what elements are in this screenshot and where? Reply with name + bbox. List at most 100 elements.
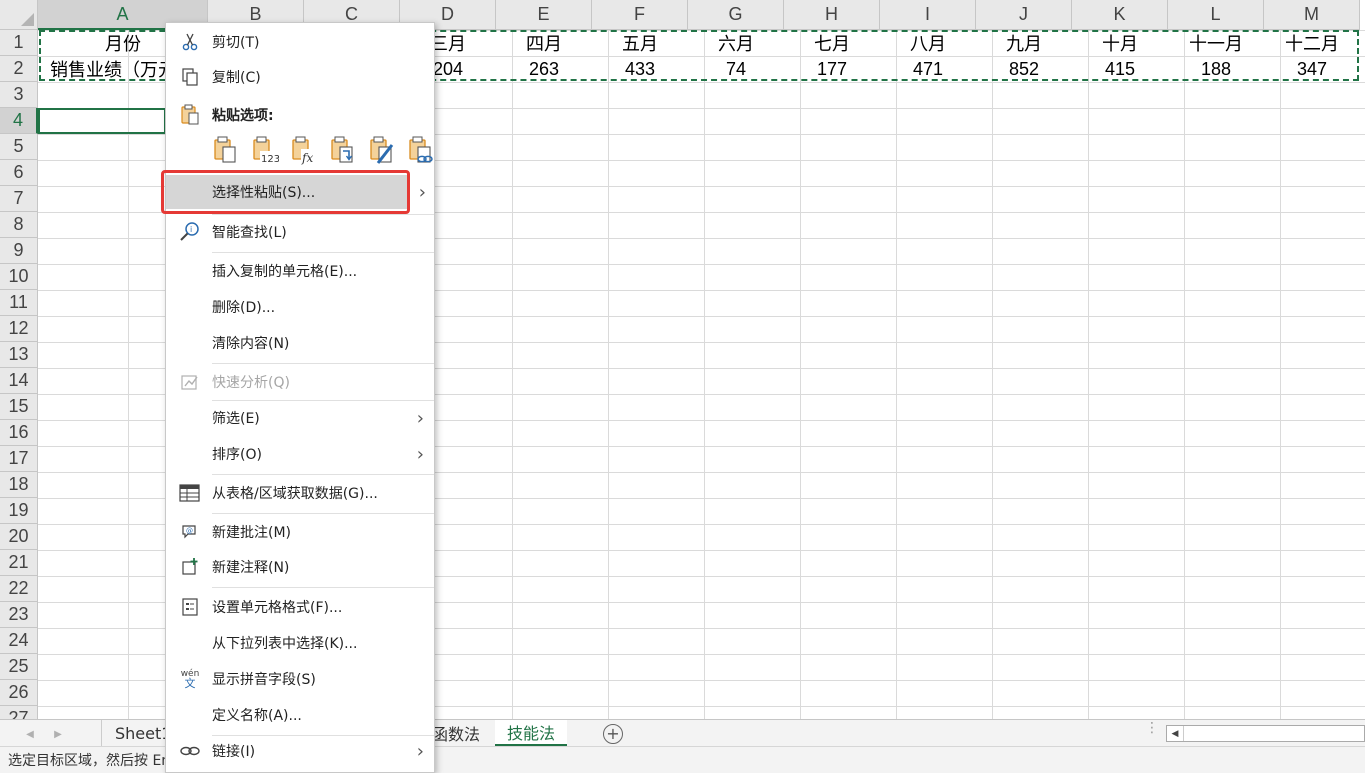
paste-formatting-icon[interactable] (368, 135, 397, 165)
menu-label: 定义名称(A)... (212, 708, 302, 724)
row-header-20[interactable]: 20 (0, 524, 38, 550)
row-header-9[interactable]: 9 (0, 238, 38, 264)
column-header-k[interactable]: K (1072, 0, 1168, 30)
row-header-6[interactable]: 6 (0, 160, 38, 186)
phonetic-icon: wén 文 (178, 667, 202, 691)
row-header-7[interactable]: 7 (0, 186, 38, 212)
row-header-8[interactable]: 8 (0, 212, 38, 238)
cell-l2[interactable]: 188 (1168, 56, 1264, 82)
cell-h2[interactable]: 177 (784, 56, 880, 82)
menu-label: 排序(O) (212, 447, 262, 463)
menu-label: 从下拉列表中选择(K)... (212, 636, 358, 652)
paste-values-icon[interactable]: 123 (251, 135, 280, 165)
chevron-right-icon: › (416, 443, 424, 465)
cell-k2[interactable]: 415 (1072, 56, 1168, 82)
menu-item-sort[interactable]: 排序(O) › (166, 437, 434, 471)
row-header-24[interactable]: 24 (0, 628, 38, 654)
column-header-i[interactable]: I (880, 0, 976, 30)
row-header-2[interactable]: 2 (0, 56, 38, 82)
cell-e1[interactable]: 四月 (496, 30, 592, 56)
scroll-left-icon[interactable]: ◀ (1167, 726, 1184, 741)
row-header-17[interactable]: 17 (0, 446, 38, 472)
cell-j1[interactable]: 九月 (976, 30, 1072, 56)
row-header-5[interactable]: 5 (0, 134, 38, 160)
horizontal-scrollbar[interactable]: ◀ (1166, 725, 1365, 742)
menu-item-show-phonetic[interactable]: wén 文 显示拼音字段(S) (166, 662, 434, 696)
svg-text:fx: fx (301, 151, 313, 165)
cell-i1[interactable]: 八月 (880, 30, 976, 56)
select-all-corner[interactable] (0, 0, 38, 30)
cell-j2[interactable]: 852 (976, 56, 1072, 82)
menu-item-delete[interactable]: 删除(D)... (166, 290, 434, 324)
menu-item-pick-from-list[interactable]: 从下拉列表中选择(K)... (166, 626, 434, 660)
cell-m1[interactable]: 十二月 (1264, 30, 1360, 56)
row-header-19[interactable]: 19 (0, 498, 38, 524)
row-header-15[interactable]: 15 (0, 394, 38, 420)
cell-g1[interactable]: 六月 (688, 30, 784, 56)
menu-item-format-cells[interactable]: 设置单元格格式(F)... (166, 590, 434, 624)
menu-item-cut[interactable]: 剪切(T) (166, 25, 434, 59)
row-header-12[interactable]: 12 (0, 316, 38, 342)
svg-text:@: @ (186, 527, 193, 535)
menu-item-insert-copied-cells[interactable]: 插入复制的单元格(E)... (166, 254, 434, 288)
menu-item-clear-contents[interactable]: 清除内容(N) (166, 326, 434, 360)
row-header-22[interactable]: 22 (0, 576, 38, 602)
split-handle-icon[interactable]: ⋮ (1145, 721, 1159, 735)
row-header-14[interactable]: 14 (0, 368, 38, 394)
active-cell-a4[interactable] (38, 108, 166, 134)
menu-item-define-name[interactable]: 定义名称(A)... (166, 698, 434, 732)
cell-f2[interactable]: 433 (592, 56, 688, 82)
add-sheet-button[interactable]: + (603, 724, 623, 744)
column-header-f[interactable]: F (592, 0, 688, 30)
row-header-3[interactable]: 3 (0, 82, 38, 108)
column-header-j[interactable]: J (976, 0, 1072, 30)
paste-icon[interactable] (212, 135, 241, 165)
cell-l1[interactable]: 十一月 (1168, 30, 1264, 56)
menu-item-new-note[interactable]: 新建注释(N) (166, 550, 434, 584)
row-header-10[interactable]: 10 (0, 264, 38, 290)
menu-item-get-data[interactable]: 从表格/区域获取数据(G)... (166, 476, 434, 510)
row-header-26[interactable]: 26 (0, 680, 38, 706)
menu-item-paste-special[interactable]: 选择性粘贴(S)... › (161, 170, 426, 214)
column-header-g[interactable]: G (688, 0, 784, 30)
menu-separator (212, 474, 434, 475)
cell-e2[interactable]: 263 (496, 56, 592, 82)
cell-i2[interactable]: 471 (880, 56, 976, 82)
row-header-25[interactable]: 25 (0, 654, 38, 680)
row-header-21[interactable]: 21 (0, 550, 38, 576)
menu-item-new-comment[interactable]: @ 新建批注(M) (166, 515, 434, 549)
row-header-23[interactable]: 23 (0, 602, 38, 628)
paste-options-row: 123 fx (212, 135, 436, 169)
column-header-m[interactable]: M (1264, 0, 1360, 30)
phonetic-icon-bottom: 文 (184, 677, 196, 690)
column-header-e[interactable]: E (496, 0, 592, 30)
cell-k1[interactable]: 十月 (1072, 30, 1168, 56)
cell-h1[interactable]: 七月 (784, 30, 880, 56)
menu-item-filter[interactable]: 筛选(E) › (166, 401, 434, 435)
row-header-27[interactable]: 27 (0, 706, 38, 719)
chevron-right-icon: › (416, 740, 424, 762)
row-header-11[interactable]: 11 (0, 290, 38, 316)
paste-formulas-icon[interactable]: fx (290, 135, 319, 165)
cell-f1[interactable]: 五月 (592, 30, 688, 56)
menu-item-link[interactable]: 链接(I) › (166, 734, 434, 768)
row-header-4[interactable]: 4 (0, 108, 38, 134)
svg-text:i: i (190, 225, 192, 234)
tab-skill-method[interactable]: 技能法 (495, 720, 568, 746)
menu-item-smart-lookup[interactable]: i 智能查找(L) (166, 215, 434, 249)
menu-label: 删除(D)... (212, 300, 276, 316)
paste-transpose-icon[interactable] (329, 135, 358, 165)
menu-item-copy[interactable]: 复制(C) (166, 60, 434, 94)
tab-scroll-right-icon[interactable]: ▶ (50, 726, 66, 742)
column-header-l[interactable]: L (1168, 0, 1264, 30)
tab-scroll-left-icon[interactable]: ◀ (22, 726, 38, 742)
row-header-1[interactable]: 1 (0, 30, 38, 56)
row-header-13[interactable]: 13 (0, 342, 38, 368)
row-header-16[interactable]: 16 (0, 420, 38, 446)
cell-m2[interactable]: 347 (1264, 56, 1360, 82)
row-header-18[interactable]: 18 (0, 472, 38, 498)
link-icon (178, 739, 202, 763)
cell-g2[interactable]: 74 (688, 56, 784, 82)
column-header-h[interactable]: H (784, 0, 880, 30)
paste-link-icon[interactable] (407, 135, 436, 165)
